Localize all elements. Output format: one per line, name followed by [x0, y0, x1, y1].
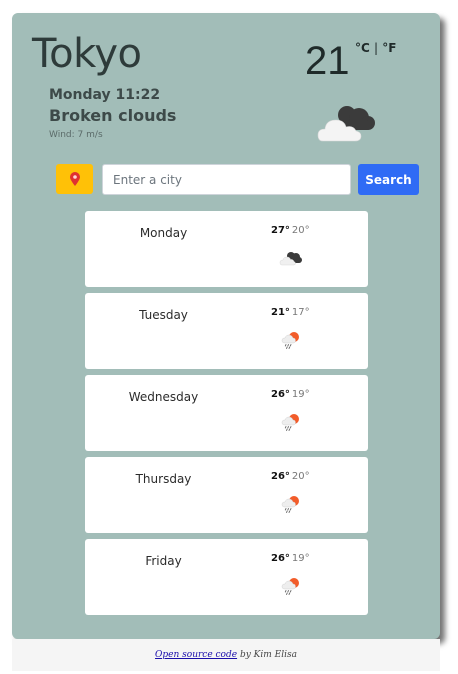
forecast-min-temp: 19° — [291, 389, 310, 400]
sun-rain-icon — [279, 576, 303, 596]
unit-separator: | — [374, 41, 379, 55]
forecast-day-name: Wednesday — [128, 390, 199, 404]
sun-rain-icon — [279, 330, 303, 350]
forecast-temps: 26° 19° — [271, 389, 310, 400]
search-button[interactable]: Search — [358, 164, 419, 195]
broken-clouds-icon — [317, 106, 375, 142]
forecast-max-temp: 26° — [271, 471, 290, 482]
wind-unit: m/s — [86, 130, 103, 140]
forecast-max-temp: 26° — [271, 553, 290, 564]
forecast-temps: 26° 19° — [271, 553, 310, 564]
forecast-day-thursday: Thursday 26° 20° — [85, 457, 368, 533]
wind-info: Wind: 7 m/s — [49, 130, 103, 140]
city-search-input[interactable] — [102, 164, 351, 195]
footer-author: by Kim Elisa — [239, 650, 297, 660]
sun-rain-icon — [279, 412, 303, 432]
wind-value: 7 — [77, 130, 84, 140]
forecast-min-temp: 20° — [291, 471, 310, 482]
forecast-day-name: Friday — [145, 554, 182, 568]
forecast-day-tuesday: Tuesday 21° 17° — [85, 293, 368, 369]
forecast-max-temp: 21° — [271, 307, 290, 318]
forecast-min-temp: 19° — [291, 553, 310, 564]
celsius-link[interactable]: °C — [355, 41, 370, 55]
footer: Open source code by Kim Elisa — [12, 639, 440, 671]
weather-description: Broken clouds — [49, 106, 177, 125]
current-datetime: Monday 11:22 — [49, 87, 161, 103]
forecast-day-name: Thursday — [135, 472, 192, 486]
sun-rain-icon — [279, 494, 303, 514]
forecast-temps: 26° 20° — [271, 471, 310, 482]
forecast-min-temp: 20° — [291, 225, 310, 236]
forecast-list: Monday 27° 20° Tuesday 21° 17° Wednesday 26° 19°… — [85, 211, 368, 621]
forecast-temps: 21° 17° — [271, 307, 310, 318]
forecast-day-wednesday: Wednesday 26° 19° — [85, 375, 368, 451]
forecast-max-temp: 27° — [271, 225, 290, 236]
weather-card: Tokyo Monday 11:22 Broken clouds Wind: 7… — [12, 13, 440, 639]
fahrenheit-link[interactable]: °F — [382, 41, 396, 55]
forecast-min-temp: 17° — [291, 307, 310, 318]
map-pin-icon — [69, 172, 80, 186]
city-name: Tokyo — [32, 31, 142, 77]
forecast-day-name: Tuesday — [139, 308, 188, 322]
forecast-day-monday: Monday 27° 20° — [85, 211, 368, 287]
current-location-button[interactable] — [56, 164, 93, 194]
forecast-temps: 27° 20° — [271, 225, 310, 236]
unit-toggle: °C | °F — [355, 41, 396, 55]
forecast-max-temp: 26° — [271, 389, 290, 400]
broken-clouds-icon — [279, 248, 303, 268]
wind-label: Wind: — [49, 130, 75, 140]
forecast-day-friday: Friday 26° 19° — [85, 539, 368, 615]
current-temperature: 21 — [305, 39, 350, 83]
open-source-link[interactable]: Open source code — [155, 650, 237, 660]
forecast-day-name: Monday — [139, 226, 188, 240]
